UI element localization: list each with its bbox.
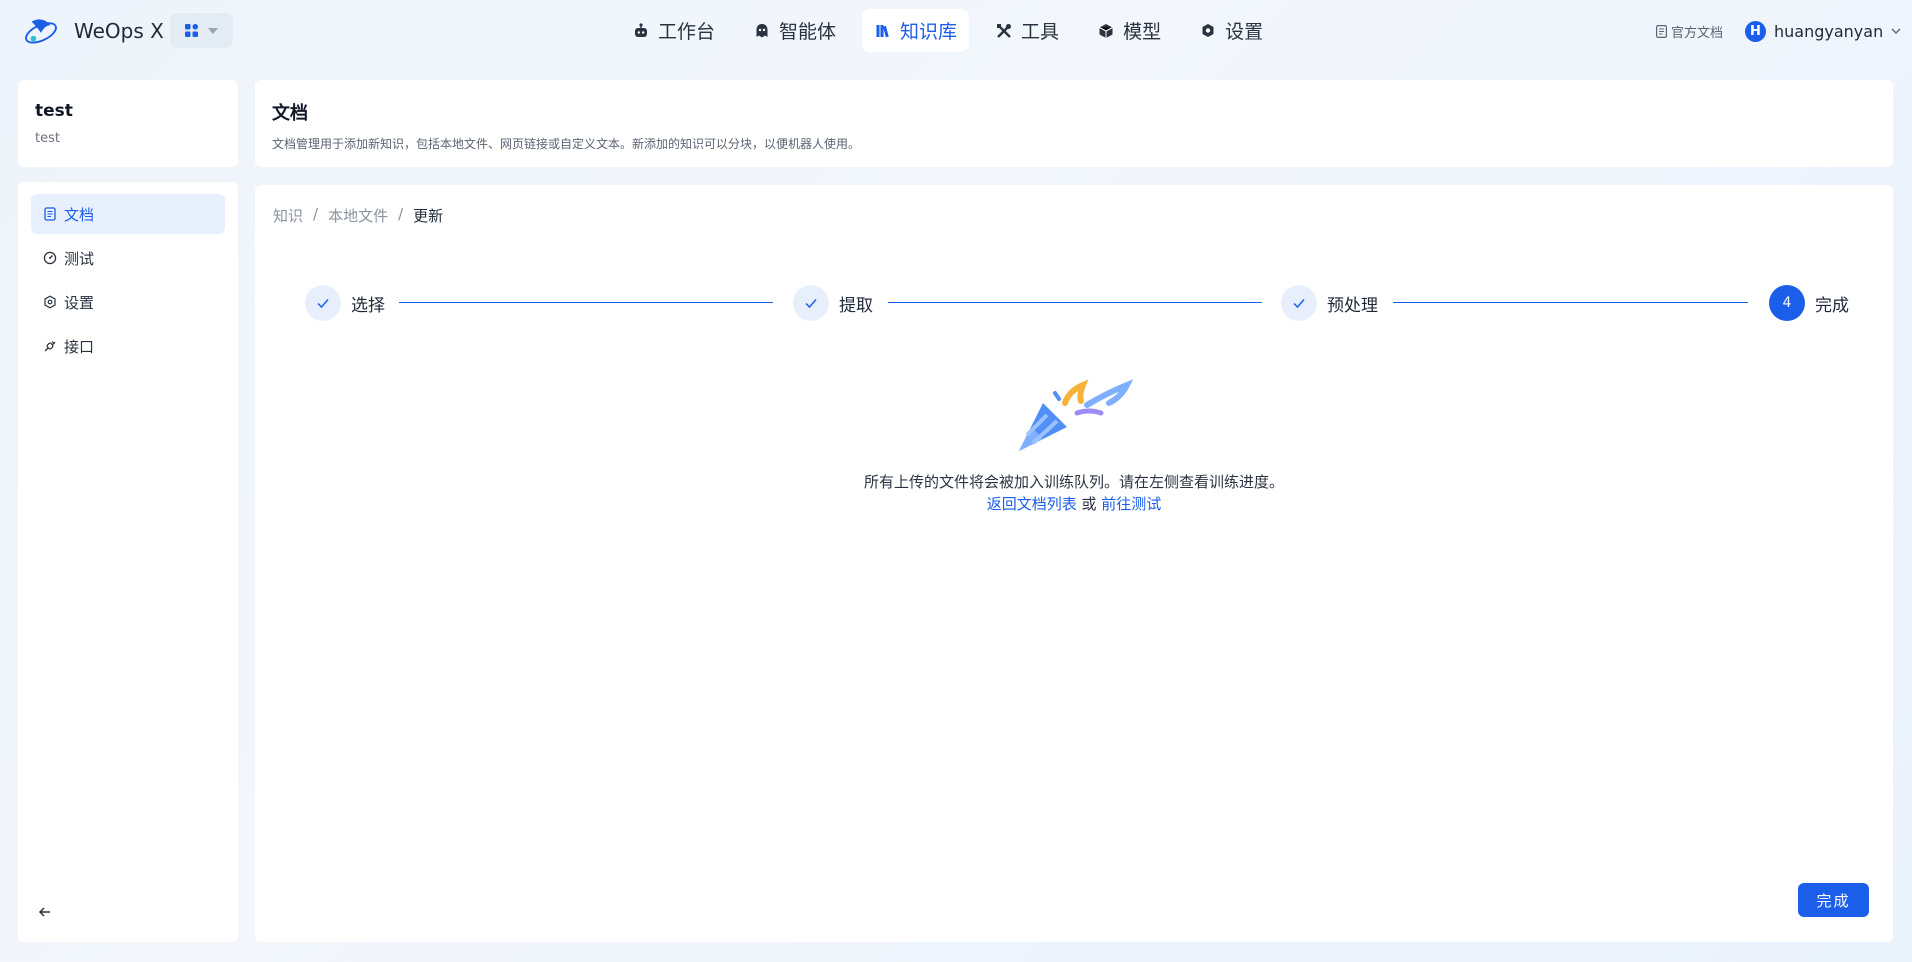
nav-label: 工作台 (658, 21, 716, 43)
step-number: 4 (1769, 285, 1805, 321)
knowledge-base-card: test test (18, 80, 238, 167)
sidebar-item-api[interactable]: 接口 (31, 326, 225, 366)
step-label: 完成 (1815, 295, 1849, 316)
gauge-icon (43, 251, 57, 265)
nav-label: 模型 (1123, 21, 1162, 43)
step-label: 提取 (839, 295, 873, 316)
step-preprocess: 预处理 (1281, 285, 1378, 321)
back-to-list-link[interactable]: 返回文档列表 (987, 495, 1077, 513)
check-icon (305, 285, 341, 321)
page-description: 文档管理用于添加新知识，包括本地文件、网页链接或自定义文本。新添加的知识可以分块… (272, 137, 861, 151)
step-select: 选择 (305, 285, 385, 321)
check-icon (1281, 285, 1317, 321)
main-panel: 知识 / 本地文件 / 更新 选择 提取 预处理 4 完成 所有上传的文件将会被… (255, 185, 1893, 942)
step-complete: 4 完成 (1769, 285, 1849, 321)
sidebar-item-label: 设置 (64, 293, 95, 312)
page-title: 文档 (272, 103, 308, 124)
document-icon (1656, 25, 1667, 38)
breadcrumb-separator: / (398, 205, 404, 223)
breadcrumb-item-local-file[interactable]: 本地文件 (328, 205, 388, 226)
result-links: 返回文档列表 或 前往测试 (255, 493, 1893, 514)
step-extract: 提取 (793, 285, 873, 321)
nav-item-knowledge[interactable]: 知识库 (862, 9, 970, 52)
official-docs-link[interactable]: 官方文档 (1656, 22, 1723, 41)
nav-item-agents[interactable]: 智能体 (741, 9, 848, 52)
gear-icon (1202, 23, 1214, 37)
robot-icon (635, 22, 647, 37)
step-connector (888, 302, 1262, 303)
document-icon (44, 207, 56, 221)
nav-item-settings[interactable]: 设置 (1187, 9, 1275, 52)
user-menu[interactable]: H huangyanyan (1745, 21, 1901, 42)
arrow-left-icon[interactable] (35, 902, 55, 922)
breadcrumb-item-knowledge[interactable]: 知识 (273, 205, 303, 226)
page-header: 文档 文档管理用于添加新知识，包括本地文件、网页链接或自定义文本。新添加的知识可… (255, 80, 1893, 167)
app-name: WeOps X (74, 19, 164, 43)
app-switcher[interactable] (170, 13, 233, 48)
plug-icon (44, 341, 56, 352)
step-connector (1393, 302, 1748, 303)
avatar: H (1745, 21, 1766, 42)
nav-item-tools[interactable]: 工具 (983, 9, 1071, 52)
nav-item-models[interactable]: 模型 (1085, 9, 1173, 52)
ghost-icon (756, 23, 768, 37)
top-bar: WeOps X 工作台 智能体 知识库 工具 模型 设置 官方文档 H huan… (0, 0, 1912, 64)
or-text: 或 (1081, 495, 1097, 513)
party-popper-icon (1019, 379, 1134, 451)
nav-label: 设置 (1225, 21, 1264, 43)
kb-subtitle: test (35, 131, 60, 146)
weops-logo-icon[interactable] (22, 12, 60, 50)
chevron-down-icon (208, 27, 218, 34)
breadcrumb-separator: / (313, 205, 319, 223)
check-icon (793, 285, 829, 321)
result-message: 所有上传的文件将会被加入训练队列。请在左侧查看训练进度。 (863, 473, 1284, 491)
apps-grid-icon (185, 24, 198, 37)
sidebar-item-settings[interactable]: 设置 (31, 282, 225, 322)
go-to-test-link[interactable]: 前往测试 (1101, 495, 1161, 513)
nav-label: 智能体 (779, 21, 837, 43)
kb-title: test (35, 101, 73, 121)
username: huangyanyan (1774, 22, 1884, 41)
nav-item-workbench[interactable]: 工作台 (620, 9, 727, 52)
steps: 选择 提取 预处理 4 完成 (305, 285, 1865, 321)
step-connector (399, 302, 773, 303)
chevron-down-icon (1891, 28, 1901, 34)
books-icon (876, 24, 889, 37)
sidebar: 文档 测试 设置 接口 (18, 182, 238, 942)
step-label: 选择 (351, 295, 385, 316)
nav-label: 知识库 (900, 21, 958, 43)
main-nav: 工作台 智能体 知识库 工具 模型 设置 (620, 9, 1275, 52)
tools-icon (997, 23, 1012, 38)
sidebar-item-label: 文档 (64, 205, 95, 224)
done-button[interactable]: 完成 (1798, 883, 1869, 917)
breadcrumb: 知识 / 本地文件 / 更新 (273, 205, 443, 226)
breadcrumb-item-current: 更新 (413, 207, 444, 225)
sidebar-item-testing[interactable]: 测试 (31, 238, 225, 278)
gear-icon (44, 295, 56, 309)
sidebar-item-label: 接口 (64, 337, 95, 356)
sidebar-item-label: 测试 (64, 249, 95, 268)
sidebar-item-documents[interactable]: 文档 (31, 194, 225, 234)
nav-label: 工具 (1021, 21, 1060, 43)
official-docs-label: 官方文档 (1671, 26, 1724, 41)
cube-icon (1099, 23, 1113, 38)
step-label: 预处理 (1327, 295, 1378, 316)
